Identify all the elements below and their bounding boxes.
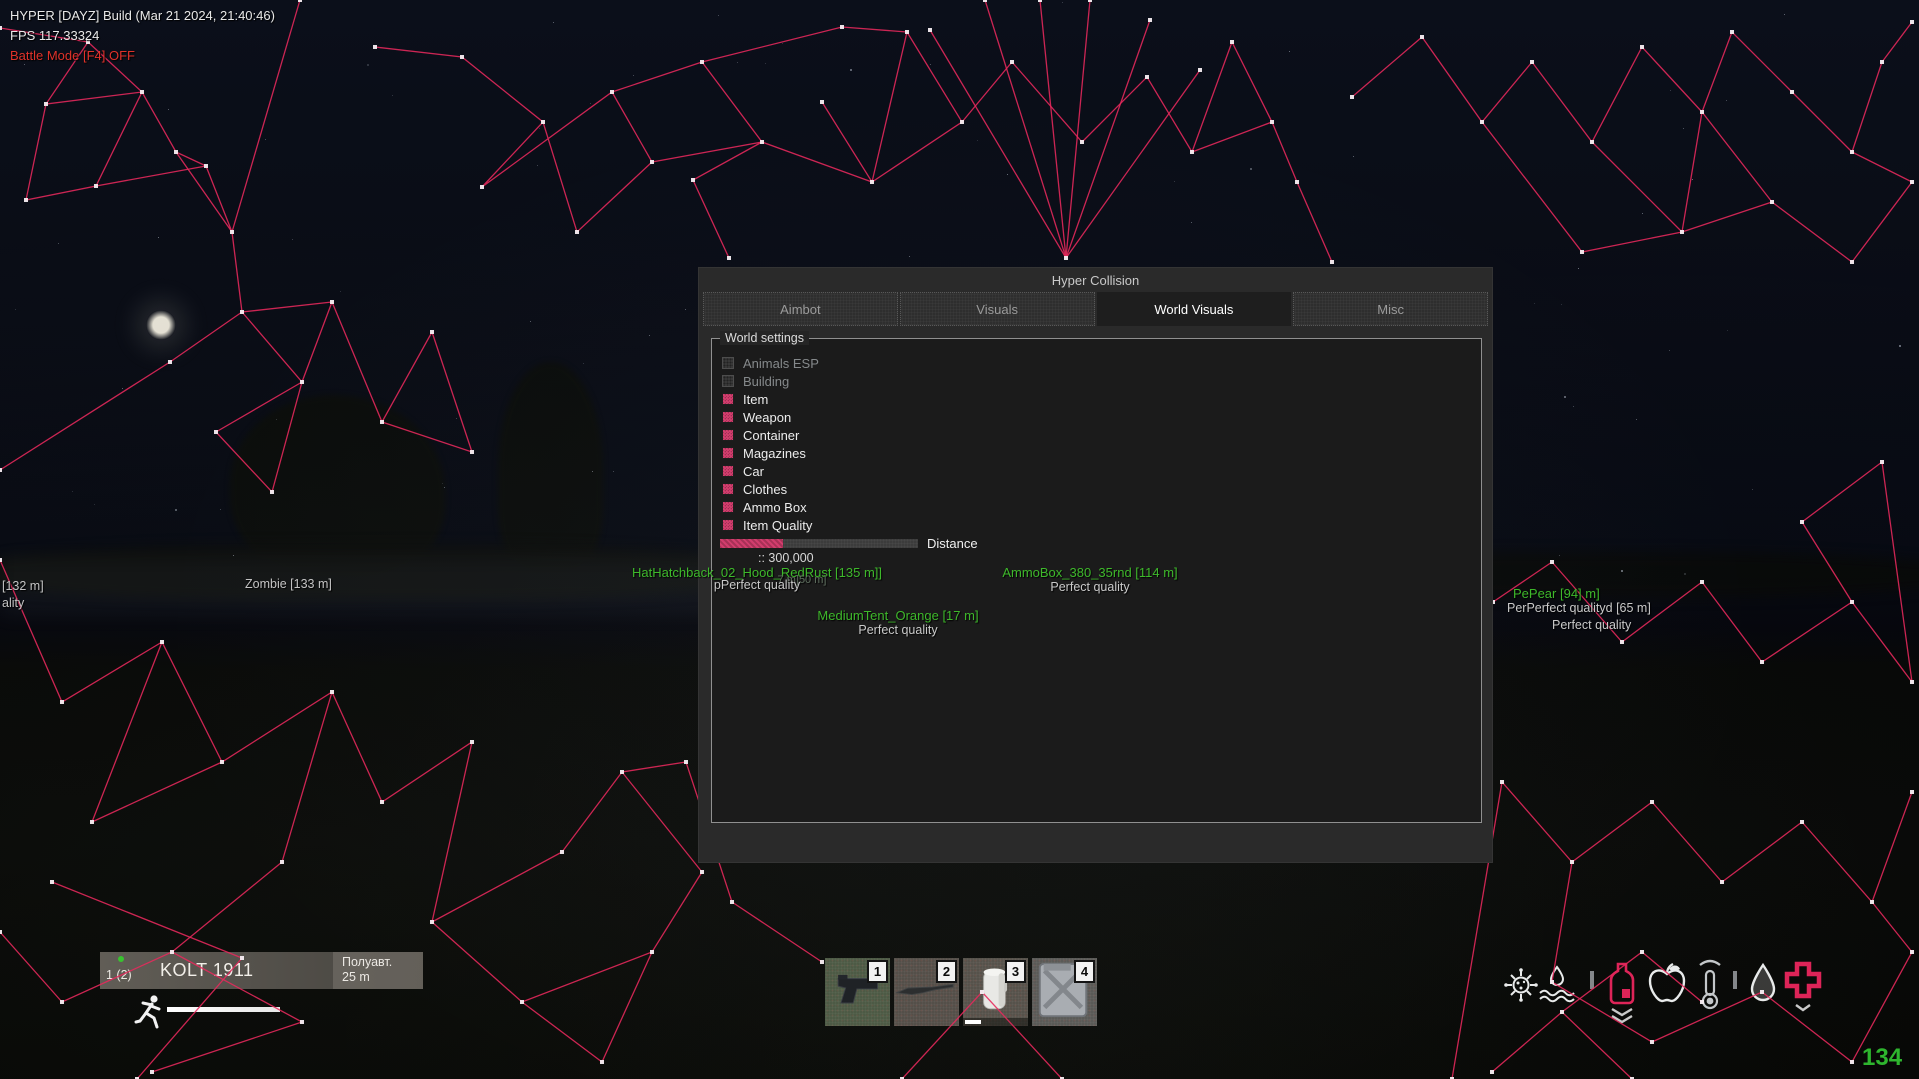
checkbox-label: Item [743, 392, 768, 407]
checkbox-box[interactable] [722, 447, 734, 459]
checkbox-box[interactable] [722, 429, 734, 441]
checkbox-item[interactable]: Item [722, 391, 768, 407]
build-text: HYPER [DAYZ] Build (Mar 21 2024, 21:40:4… [10, 8, 275, 23]
esp-label-quality: Perfect quality [1050, 580, 1129, 594]
checkbox-building[interactable]: Building [722, 373, 789, 389]
checkbox-box[interactable] [722, 501, 734, 513]
distance-slider-label: Distance [927, 536, 978, 551]
distance-slider-fill [720, 539, 783, 548]
checkbox-box[interactable] [722, 393, 734, 405]
checkbox-box[interactable] [722, 357, 734, 369]
tab-visuals[interactable]: Visuals [900, 292, 1095, 326]
checkbox-label: Animals ESP [743, 356, 819, 371]
checkbox-label: Building [743, 374, 789, 389]
checkbox-container[interactable]: Container [722, 427, 799, 443]
tab-aimbot[interactable]: Aimbot [703, 292, 898, 326]
esp-label-item: MediumTent_Orange [17 m] [817, 608, 978, 623]
esp-label-item: AmmoBox_380_35rnd [114 m] [1002, 565, 1177, 580]
esp-label-zombie: [132 m] [2, 579, 44, 593]
esp-label-quality: PerPerfect qualityd [65 m] [1507, 601, 1651, 615]
checkbox-label: Clothes [743, 482, 787, 497]
checkbox-box[interactable] [722, 465, 734, 477]
esp-label-quality: pPerfect quality [714, 578, 800, 592]
checkbox-animals-esp[interactable]: Animals ESP [722, 355, 819, 371]
esp-label-quality: Perfect quality [858, 623, 937, 637]
cheat-info-overlay: HYPER [DAYZ] Build (Mar 21 2024, 21:40:4… [10, 8, 275, 68]
checkbox-box[interactable] [722, 483, 734, 495]
battle-mode-text: Battle Mode [F4] OFF [10, 48, 275, 63]
tab-misc[interactable]: Misc [1293, 292, 1488, 326]
distance-slider[interactable] [720, 539, 918, 548]
checkbox-car[interactable]: Car [722, 463, 764, 479]
checkbox-box[interactable] [722, 411, 734, 423]
checkbox-label: Car [743, 464, 764, 479]
menu-tabs: AimbotVisualsWorld VisualsMisc [703, 292, 1488, 326]
checkbox-label: Ammo Box [743, 500, 807, 515]
menu-title: Hyper Collision [699, 273, 1492, 288]
checkbox-item-quality[interactable]: Item Quality [722, 517, 812, 533]
distance-slider-value: :: 300,000 [758, 551, 814, 565]
checkbox-label: Item Quality [743, 518, 812, 533]
checkbox-magazines[interactable]: Magazines [722, 445, 806, 461]
checkbox-label: Container [743, 428, 799, 443]
checkbox-ammo-box[interactable]: Ammo Box [722, 499, 807, 515]
checkbox-label: Magazines [743, 446, 806, 461]
checkbox-clothes[interactable]: Clothes [722, 481, 787, 497]
esp-label-zombie: Zombie [133 m] [245, 577, 332, 591]
tab-world-visuals[interactable]: World Visuals [1097, 292, 1292, 326]
esp-label-quality: Perfect quality [1552, 618, 1631, 632]
game-screen: HYPER [DAYZ] Build (Mar 21 2024, 21:40:4… [0, 0, 1919, 1079]
checkbox-weapon[interactable]: Weapon [722, 409, 791, 425]
checkbox-box[interactable] [722, 375, 734, 387]
esp-label-item: PePear [94] m] [1513, 586, 1600, 601]
esp-label-zombie: ality [2, 596, 24, 610]
checkbox-label: Weapon [743, 410, 791, 425]
fps-text: FPS 117.33324 [10, 28, 275, 43]
group-label: World settings [720, 331, 809, 345]
checkbox-box[interactable] [722, 519, 734, 531]
